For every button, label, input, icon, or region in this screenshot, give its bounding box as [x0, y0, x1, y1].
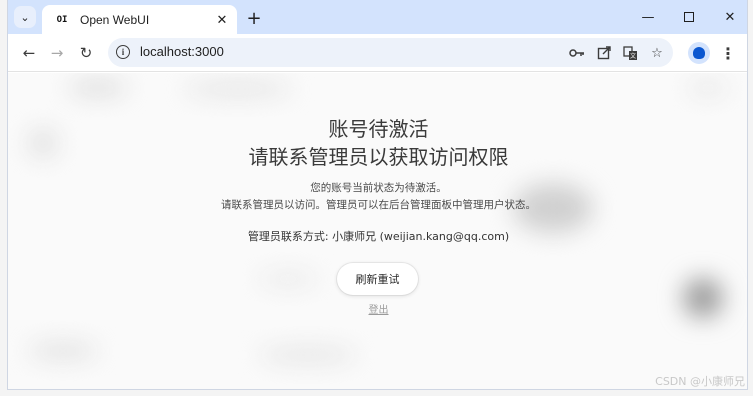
svg-text:文: 文	[629, 52, 635, 60]
blurred-background	[258, 273, 318, 285]
minimize-button[interactable]: —	[634, 6, 662, 28]
profile-icon[interactable]	[688, 42, 710, 64]
blurred-background	[68, 81, 128, 95]
tab-search-button[interactable]: ⌄	[14, 6, 36, 28]
admin-contact: 管理员联系方式: 小康师兄 (weijian.kang@qq.com)	[247, 230, 510, 243]
logout-link[interactable]: 登出	[8, 301, 747, 316]
page-title: 账号待激活	[328, 117, 429, 141]
browser-toolbar: ← → ↻ i localhost:3000 文 ☆ ⋮	[8, 34, 747, 72]
star-icon[interactable]: ☆	[647, 43, 667, 63]
tab-title: Open WebUI	[80, 12, 150, 27]
tab-open-webui[interactable]: OI Open WebUI ✕	[42, 5, 237, 34]
close-icon[interactable]: ✕	[214, 12, 230, 28]
maximize-button[interactable]	[675, 6, 703, 28]
watermark: CSDN @小康师兄	[655, 375, 745, 388]
info-icon[interactable]: i	[116, 45, 130, 59]
blurred-background	[258, 348, 358, 362]
address-bar[interactable]: i localhost:3000 文 ☆	[108, 38, 673, 67]
reload-button[interactable]: ↻	[75, 42, 97, 64]
minimize-icon: —	[641, 9, 655, 25]
page-content: 账号待激活 请联系管理员以获取访问权限 您的账号当前状态为待激活。 请联系管理员…	[8, 73, 747, 389]
close-icon: ✕	[724, 9, 736, 25]
new-tab-button[interactable]: +	[243, 7, 265, 29]
kebab-menu-icon[interactable]: ⋮	[720, 42, 736, 64]
blurred-background	[28, 343, 98, 359]
blurred-background	[688, 81, 728, 95]
status-description: 您的账号当前状态为待激活。	[310, 182, 447, 194]
access-instructions: 请联系管理员以访问。管理员可以在后台管理面板中管理用户状态。	[221, 199, 536, 211]
url-text[interactable]: localhost:3000	[140, 44, 224, 59]
translate-icon[interactable]: 文	[620, 43, 640, 63]
key-icon[interactable]	[567, 43, 587, 63]
back-arrow-icon: ←	[22, 44, 36, 62]
blurred-background	[183, 83, 293, 95]
back-button[interactable]: ←	[18, 42, 40, 64]
window-close-button[interactable]: ✕	[716, 6, 744, 28]
external-link-icon[interactable]	[594, 43, 614, 63]
browser-window: ⌄ OI Open WebUI ✕ + — ✕ ← → ↻ i localhos…	[7, 0, 748, 390]
page-subtitle: 请联系管理员以获取访问权限	[248, 145, 509, 169]
chevron-down-icon: ⌄	[20, 10, 30, 24]
plus-icon: +	[246, 7, 262, 29]
maximize-icon	[684, 12, 694, 22]
tab-strip: ⌄ OI Open WebUI ✕ + — ✕	[8, 0, 747, 34]
reload-icon: ↻	[79, 44, 93, 62]
favicon-icon: OI	[56, 14, 68, 25]
forward-button[interactable]: →	[46, 42, 68, 64]
logout-label[interactable]: 登出	[369, 305, 389, 316]
refresh-retry-button[interactable]: 刷新重试	[337, 263, 418, 295]
forward-arrow-icon: →	[50, 44, 64, 62]
